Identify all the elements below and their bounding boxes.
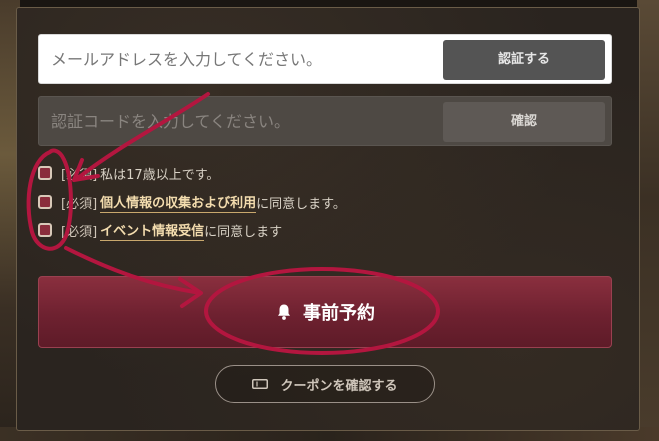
verify-button[interactable]: 認証する	[443, 40, 605, 80]
privacy-policy-link[interactable]: 個人情報の収集および利用	[100, 192, 257, 213]
background-art-right	[637, 0, 659, 441]
event-info-suffix-text: に同意します	[204, 224, 283, 240]
event-info-link[interactable]: イベント情報受信	[100, 220, 205, 241]
event-info-checkbox[interactable]	[38, 223, 52, 237]
email-input-placeholder[interactable]: メールアドレスを入力してください。	[51, 35, 322, 85]
email-field[interactable]: メールアドレスを入力してください。 認証する	[38, 34, 612, 84]
required-tag: [必須]	[61, 196, 98, 212]
code-input-placeholder[interactable]: 認証コードを入力してください。	[51, 97, 290, 147]
privacy-suffix-text: に同意します。	[256, 196, 346, 212]
check-coupon-button[interactable]: クーポンを確認する	[215, 365, 435, 403]
agreement-privacy: [必須] 個人情報の収集および利用 に同意します。	[38, 192, 346, 213]
check-coupon-label: クーポンを確認する	[280, 378, 398, 394]
age-checkbox[interactable]	[38, 166, 52, 180]
age-text: 私は17歳以上です。	[100, 167, 220, 183]
required-tag: [必須]	[61, 224, 98, 240]
ticket-icon	[252, 379, 269, 389]
privacy-checkbox[interactable]	[38, 195, 52, 209]
pre-register-label: 事前予約	[303, 303, 375, 324]
agreement-event-info: [必須] イベント情報受信 に同意します	[38, 220, 283, 241]
bell-icon	[278, 304, 290, 320]
pre-register-button[interactable]: 事前予約	[38, 276, 612, 348]
verification-code-field[interactable]: 認証コードを入力してください。 確認	[38, 96, 612, 146]
confirm-button[interactable]: 確認	[443, 102, 605, 142]
agreement-age: [必須] 私は17歳以上です。	[38, 163, 219, 183]
required-tag: [必須]	[61, 167, 98, 183]
